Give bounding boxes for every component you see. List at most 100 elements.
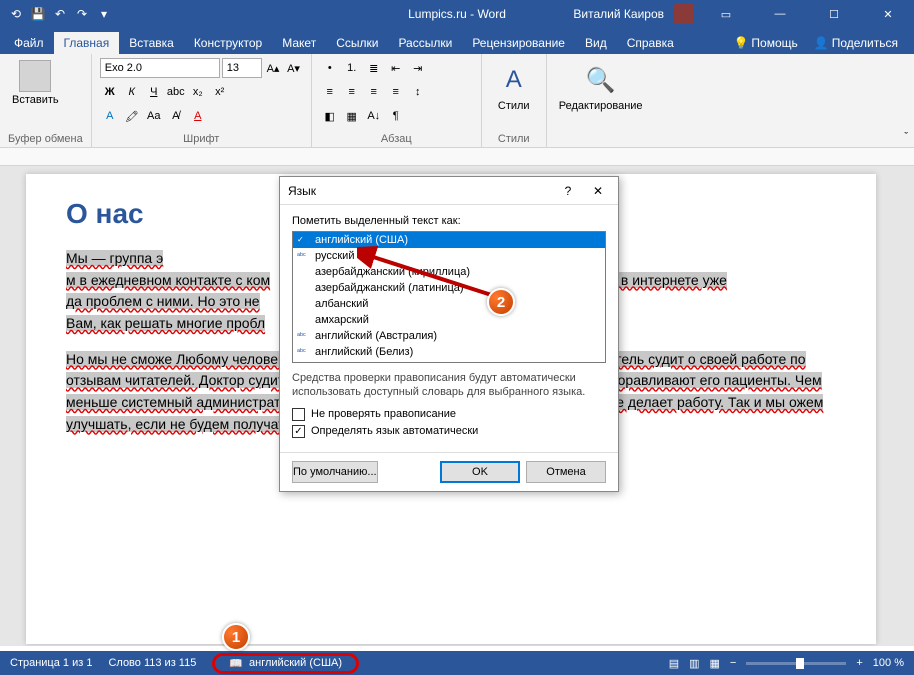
language-item-selected[interactable]: ✓английский (США) [293,232,605,248]
align-right-button[interactable]: ≡ [364,82,384,102]
tab-references[interactable]: Ссылки [326,32,388,54]
zoom-in-button[interactable]: + [856,657,862,669]
language-item[interactable]: азербайджанский (латиница) [293,280,605,296]
redo-icon[interactable]: ↷ [74,6,90,22]
checkbox-label: Определять язык автоматически [311,425,478,437]
print-layout-icon[interactable]: ▥ [689,657,699,670]
callout-marker-2: 2 [487,288,515,316]
italic-button[interactable]: К [122,82,142,102]
book-icon: 📖 [229,657,243,670]
ribbon: Вставить Буфер обмена A▴ A▾ Ж К Ч abc x₂… [0,54,914,148]
status-language[interactable]: 📖 английский (США) [212,653,359,674]
font-name-select[interactable] [100,58,220,78]
zoom-out-button[interactable]: − [730,657,736,669]
ok-button[interactable]: OK [440,461,520,483]
ruler[interactable] [0,148,914,166]
paste-button[interactable]: Вставить [8,58,63,108]
numbering-button[interactable]: 1. [342,58,362,78]
autosave-icon[interactable]: ⟲ [8,6,24,22]
tab-insert[interactable]: Вставка [119,32,184,54]
multilevel-button[interactable]: ≣ [364,58,384,78]
collapse-ribbon-icon[interactable]: ˇ [904,131,908,143]
language-list[interactable]: ✓английский (США) ᵃᵇᶜрусский азербайджан… [292,231,606,363]
user-name[interactable]: Виталий Каиров [573,7,664,21]
text-effects-button[interactable]: A [100,106,120,126]
shrink-font-icon[interactable]: A▾ [284,58,303,78]
zoom-level[interactable]: 100 % [873,657,904,669]
shading-button[interactable]: ◧ [320,106,340,126]
dialog-info-text: Средства проверки правописания будут авт… [292,371,606,400]
dialog-close-button[interactable]: ✕ [586,184,610,198]
editing-button[interactable]: 🔍 Редактирование [555,58,647,114]
highlight-button[interactable]: 🖍 [122,106,142,126]
tab-mailings[interactable]: Рассылки [388,32,462,54]
status-word-count[interactable]: Слово 113 из 115 [108,657,196,669]
language-item[interactable]: ᵃᵇᶜанглийский (Белиз) [293,344,605,360]
language-item[interactable]: албанский [293,296,605,312]
ribbon-options-icon[interactable]: ▭ [704,0,748,28]
window-title: Lumpics.ru - Word [408,7,506,21]
maximize-button[interactable]: ☐ [812,0,856,28]
web-layout-icon[interactable]: ▦ [710,657,720,670]
undo-icon[interactable]: ↶ [52,6,68,22]
language-item[interactable]: ᵃᵇᶜанглийский (Австралия) [293,328,605,344]
share-button[interactable]: 👤 Поделиться [806,32,906,54]
align-center-button[interactable]: ≡ [342,82,362,102]
dialog-titlebar[interactable]: Язык ? ✕ [280,177,618,205]
read-mode-icon[interactable]: ▤ [669,657,679,670]
increase-indent-button[interactable]: ⇥ [408,58,428,78]
status-page[interactable]: Страница 1 из 1 [10,657,92,669]
dialog-help-button[interactable]: ? [556,184,580,198]
checkbox-unchecked[interactable] [292,408,305,421]
subscript-button[interactable]: x₂ [188,82,208,102]
tell-me-button[interactable]: 💡 Помощь [725,32,805,54]
language-item[interactable]: ᵃᵇᶜрусский [293,248,605,264]
zoom-slider[interactable] [746,662,846,665]
spellcheck-icon: ᵃᵇᶜ [297,251,311,261]
clipboard-icon [19,60,51,92]
justify-button[interactable]: ≡ [386,82,406,102]
tab-file[interactable]: Файл [4,32,54,54]
checkbox-checked[interactable]: ✓ [292,425,305,438]
avatar[interactable] [674,4,694,24]
borders-button[interactable]: ▦ [342,106,362,126]
tab-help[interactable]: Справка [617,32,684,54]
spellcheck-icon: ✓ [297,235,311,245]
qat-dropdown-icon[interactable]: ▾ [96,6,112,22]
tab-view[interactable]: Вид [575,32,617,54]
change-case-button[interactable]: Aa [144,106,164,126]
line-spacing-button[interactable]: ↕ [408,82,428,102]
close-button[interactable]: ✕ [866,0,910,28]
bullets-button[interactable]: • [320,58,340,78]
font-group-label: Шрифт [100,131,303,145]
superscript-button[interactable]: x² [210,82,230,102]
language-dialog: Язык ? ✕ Пометить выделенный текст как: … [279,176,619,492]
font-size-select[interactable] [222,58,262,78]
tab-layout[interactable]: Макет [272,32,326,54]
underline-button[interactable]: Ч [144,82,164,102]
checkbox-row[interactable]: ✓ Определять язык автоматически [292,425,606,438]
language-item[interactable]: амхарский [293,312,605,328]
grow-font-icon[interactable]: A▴ [264,58,283,78]
sort-button[interactable]: A↓ [364,106,384,126]
checkbox-row[interactable]: Не проверять правописание [292,408,606,421]
clipboard-group-label: Буфер обмена [8,131,83,145]
show-marks-button[interactable]: ¶ [386,106,406,126]
decrease-indent-button[interactable]: ⇤ [386,58,406,78]
tab-design[interactable]: Конструктор [184,32,272,54]
cancel-button[interactable]: Отмена [526,461,606,483]
save-icon[interactable]: 💾 [30,6,46,22]
align-left-button[interactable]: ≡ [320,82,340,102]
tab-review[interactable]: Рецензирование [462,32,575,54]
minimize-button[interactable]: — [758,0,802,28]
strike-button[interactable]: abc [166,82,186,102]
spellcheck-icon: ᵃᵇᶜ [297,347,311,357]
font-color-button[interactable]: A [188,106,208,126]
styles-button[interactable]: A Стили [490,58,538,114]
tab-home[interactable]: Главная [54,32,120,54]
dialog-title: Язык [288,184,316,198]
clear-format-button[interactable]: A̸ [166,106,186,126]
bold-button[interactable]: Ж [100,82,120,102]
language-item[interactable]: азербайджанский (кириллица) [293,264,605,280]
default-button[interactable]: По умолчанию... [292,461,378,483]
